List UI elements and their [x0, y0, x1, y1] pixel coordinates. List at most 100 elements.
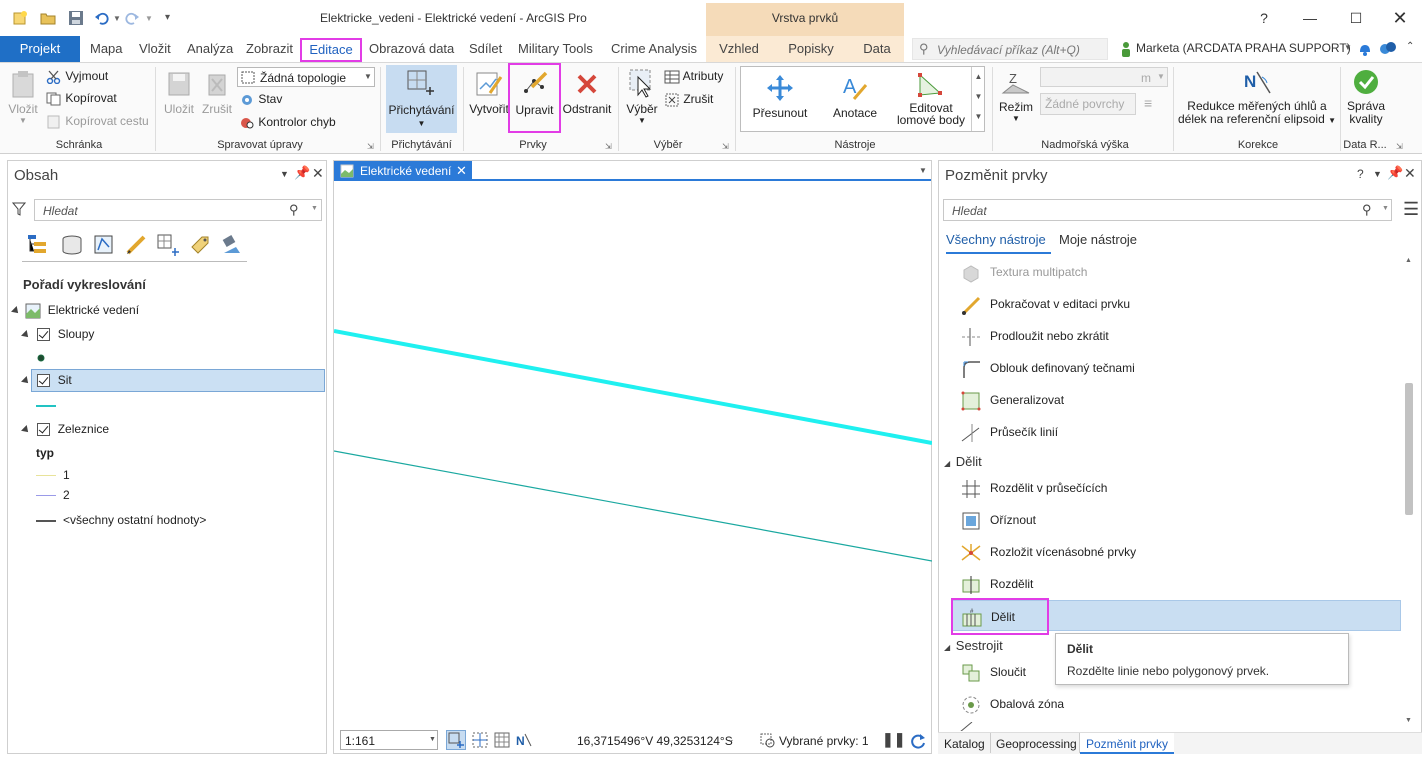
selection-launcher-icon[interactable]: ⇲: [722, 142, 730, 151]
tab-editace[interactable]: Editace: [300, 38, 362, 62]
list-by-labeling-icon[interactable]: [188, 233, 212, 257]
tab-mapa[interactable]: Mapa: [84, 36, 129, 62]
delete-button[interactable]: Odstranit: [562, 69, 612, 116]
selected-line-feature[interactable]: [334, 329, 932, 445]
refresh-icon[interactable]: [909, 732, 927, 750]
category-divide[interactable]: ◢ Dělit: [944, 454, 982, 469]
paste-button[interactable]: Vložit ▼: [6, 69, 40, 125]
tab-list-dropdown-icon[interactable]: ▼: [919, 166, 927, 175]
tool-row-clip[interactable]: Oříznout: [946, 504, 1401, 534]
tab-projekt[interactable]: Projekt: [0, 36, 80, 62]
select-button[interactable]: Výběr ▼: [624, 67, 660, 125]
pane-menu-icon[interactable]: ▼: [1373, 169, 1382, 179]
tool-row-fillet[interactable]: Oblouk definovaný tečnami: [946, 352, 1401, 382]
layer-visibility-checkbox[interactable]: [37, 423, 51, 437]
contents-search-input[interactable]: Hledat ⚲ ▼: [34, 199, 322, 221]
save-project-icon[interactable]: [68, 10, 84, 26]
tool-row-multipatch-texture[interactable]: Textura multipatch: [946, 256, 1401, 286]
customize-toolbar-icon[interactable]: ▾: [165, 12, 170, 23]
modify-button[interactable]: Upravit: [508, 63, 561, 133]
tool-row-generalize[interactable]: Generalizovat: [946, 384, 1401, 414]
status-button[interactable]: Stav: [239, 92, 282, 107]
copy-path-button[interactable]: Kopírovat cestu: [46, 114, 149, 129]
close-tab-icon[interactable]: ✕: [456, 163, 467, 179]
tool-row-explode[interactable]: Rozložit vícenásobné prvky: [946, 536, 1401, 566]
layer-visibility-checkbox[interactable]: [37, 328, 51, 342]
elevation-mode-button[interactable]: Z Režim ▼: [998, 69, 1034, 123]
maximize-button[interactable]: ☐: [1346, 8, 1366, 28]
redo-icon[interactable]: [124, 10, 140, 26]
toc-layer-row-zeleznice[interactable]: Zeleznice: [21, 422, 109, 437]
expand-icon[interactable]: [21, 375, 31, 386]
data-reviewer-launcher-icon[interactable]: ⇲: [1396, 142, 1404, 151]
manage-quality-button[interactable]: Správa kvality: [1343, 69, 1389, 126]
tool-row-line-intersection[interactable]: Průsečík linií: [946, 416, 1401, 446]
discard-edits-button[interactable]: Zrušit: [200, 69, 234, 116]
toc-layer-row-sit[interactable]: Sit: [21, 373, 72, 388]
undo-icon[interactable]: [94, 10, 110, 26]
layer-visibility-checkbox[interactable]: [37, 374, 51, 388]
collaboration-icon[interactable]: [1379, 41, 1397, 57]
tab-crime-analysis[interactable]: Crime Analysis: [605, 36, 703, 62]
correction-icon[interactable]: N: [516, 732, 532, 748]
user-dropdown-icon[interactable]: ▼: [1344, 43, 1352, 52]
search-options-icon[interactable]: ▼: [1382, 205, 1389, 212]
new-project-icon[interactable]: [12, 10, 28, 26]
edit-vertices-button[interactable]: Editovat lomové body: [893, 71, 969, 126]
grid-icon[interactable]: [494, 732, 510, 748]
surface-select[interactable]: Žádné povrchy: [1040, 93, 1136, 115]
tab-analyza[interactable]: Analýza: [181, 36, 239, 62]
copy-button[interactable]: Kopírovat: [46, 91, 117, 106]
toc-layer-row-selected[interactable]: [31, 369, 325, 392]
list-by-source-icon[interactable]: [60, 233, 84, 257]
map-view[interactable]: Elektrické vedení ✕ ▼: [333, 160, 932, 754]
gallery-scroll[interactable]: ▲ ▼ ▼: [971, 67, 985, 131]
ribbon-collapse-icon[interactable]: ⌃: [1406, 41, 1414, 52]
cut-button[interactable]: Vyjmout: [46, 69, 108, 84]
close-pane-icon[interactable]: ✕: [1404, 165, 1416, 182]
error-inspector-button[interactable]: Kontrolor chyb: [239, 115, 336, 130]
list-by-drawing-order-icon[interactable]: [26, 233, 50, 257]
close-button[interactable]: ✕: [1390, 8, 1410, 28]
pin-icon[interactable]: 📌: [1387, 165, 1403, 181]
scroll-down-icon[interactable]: ▼: [1405, 717, 1412, 724]
annotation-tool-button[interactable]: A Anotace: [825, 73, 885, 120]
snapping-button[interactable]: Přichytávání ▼: [386, 65, 457, 133]
tab-vzhled[interactable]: Vzhled: [706, 36, 772, 62]
toc-layer-row-sloupy[interactable]: Sloupy: [21, 327, 94, 342]
snapping-toggle[interactable]: [446, 730, 466, 750]
list-by-snapping-icon[interactable]: [156, 233, 180, 257]
tab-zobrazit[interactable]: Zobrazit: [240, 36, 299, 62]
notification-icon[interactable]: [1357, 41, 1373, 57]
tool-row-split[interactable]: Rozdělit: [946, 568, 1401, 598]
help-button[interactable]: ?: [1254, 8, 1274, 28]
selection-zoom-icon[interactable]: [760, 733, 776, 749]
toc-map-row[interactable]: Elektrické vedení: [11, 303, 139, 319]
dock-tab-catalog[interactable]: Katalog: [944, 737, 985, 751]
tab-vlozit[interactable]: Vložit: [133, 36, 177, 62]
tool-row-merge[interactable]: Sloučit: [946, 656, 1046, 686]
tool-row-extend-trim[interactable]: Prodloužit nebo zkrátit: [946, 320, 1401, 350]
tab-military-tools[interactable]: Military Tools: [512, 36, 599, 62]
tab-data[interactable]: Data: [850, 36, 904, 62]
topology-select[interactable]: Žádná topologie ▼: [237, 67, 375, 87]
tool-row-continue-feature[interactable]: Pokračovat v editaci prvku: [946, 288, 1401, 318]
redo-dropdown-icon[interactable]: ▼: [145, 14, 153, 23]
line-feature[interactable]: [334, 450, 932, 562]
clear-selection-button[interactable]: Zrušit: [664, 92, 713, 107]
surface-z-icon[interactable]: ≡: [1144, 95, 1152, 111]
dock-tab-geoprocessing[interactable]: Geoprocessing: [996, 737, 1077, 751]
expand-icon[interactable]: [21, 424, 31, 435]
tab-sdilet[interactable]: Sdílet: [463, 36, 508, 62]
features-launcher-icon[interactable]: ⇲: [605, 142, 613, 151]
filter-icon[interactable]: [12, 201, 26, 217]
manage-launcher-icon[interactable]: ⇲: [367, 142, 375, 151]
save-edits-button[interactable]: Uložit: [162, 69, 196, 116]
attributes-button[interactable]: Atributy: [664, 69, 723, 84]
command-search-box[interactable]: ⚲ Vyhledávací příkaz (Alt+Q): [912, 38, 1108, 60]
grid-snap-icon[interactable]: [472, 732, 488, 748]
list-by-editing-icon[interactable]: [124, 233, 148, 257]
search-options-icon[interactable]: ▼: [311, 205, 318, 212]
scroll-up-icon[interactable]: ▲: [1405, 257, 1412, 264]
selected-features-count[interactable]: Vybrané prvky: 1: [779, 734, 869, 748]
